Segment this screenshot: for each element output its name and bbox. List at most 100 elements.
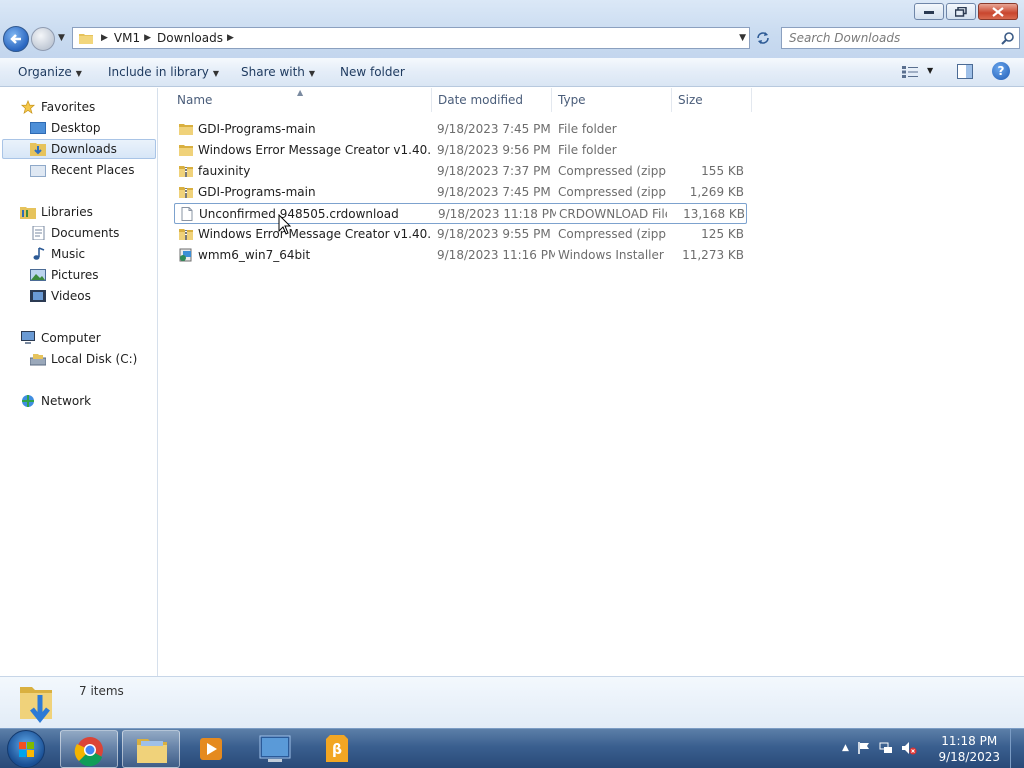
file-date-modified: 9/18/2023 11:18 PM bbox=[438, 207, 556, 221]
file-type: Compressed (zipp... bbox=[558, 227, 666, 241]
help-icon[interactable]: ? bbox=[992, 62, 1010, 80]
chevron-down-icon: ▼ bbox=[75, 69, 82, 78]
nav-pictures[interactable]: Pictures bbox=[30, 265, 99, 285]
chevron-down-icon: ▼ bbox=[308, 69, 316, 78]
taskbar: β ▲ 11:18 PM 9/18/2023 bbox=[0, 728, 1024, 768]
desktop-icon bbox=[30, 122, 46, 134]
file-row[interactable]: Windows Error Message Creator v1.40.32 .… bbox=[174, 224, 747, 245]
close-button[interactable] bbox=[978, 3, 1018, 20]
view-options-icon[interactable] bbox=[902, 66, 918, 78]
sort-ascending-icon: ▲ bbox=[297, 88, 304, 97]
organize-button[interactable]: Organize ▼ bbox=[18, 65, 82, 79]
nav-network[interactable]: Network bbox=[20, 391, 91, 411]
app-icon: β bbox=[326, 735, 348, 762]
taskbar-app[interactable]: β bbox=[308, 730, 366, 768]
network-icon bbox=[22, 395, 34, 407]
back-button[interactable] bbox=[3, 26, 29, 52]
nav-favorites[interactable]: Favorites bbox=[20, 97, 95, 117]
column-header-date[interactable]: Date modified bbox=[432, 88, 552, 112]
nav-computer[interactable]: Computer bbox=[20, 328, 101, 348]
documents-icon bbox=[32, 226, 45, 240]
file-row[interactable]: Unconfirmed 948505.crdownload 9/18/2023 1… bbox=[174, 203, 747, 224]
restore-button[interactable] bbox=[946, 3, 976, 20]
file-size: 1,269 KB bbox=[689, 185, 744, 199]
file-row[interactable]: Windows Error Message Creator v1.40.32 .… bbox=[174, 140, 747, 161]
breadcrumb-chevron-icon[interactable]: ▶ bbox=[101, 33, 108, 43]
nav-recent-places[interactable]: Recent Places bbox=[30, 160, 134, 180]
nav-libraries[interactable]: Libraries bbox=[20, 202, 93, 222]
start-button[interactable] bbox=[7, 730, 45, 768]
breadcrumb-chevron-icon[interactable]: ▶ bbox=[227, 33, 234, 43]
navigation-pane: Favorites Desktop Downloads Recent Place… bbox=[0, 88, 158, 676]
hard-drive-icon bbox=[30, 354, 46, 366]
clock-date: 9/18/2023 bbox=[938, 750, 1000, 764]
breadcrumb-chevron-icon[interactable]: ▶ bbox=[144, 33, 151, 43]
search-input[interactable]: Search Downloads bbox=[781, 27, 1020, 49]
computer-icon bbox=[21, 331, 35, 344]
nav-downloads[interactable]: Downloads bbox=[2, 139, 156, 159]
file-name: wmm6_win7_64bit bbox=[198, 248, 311, 262]
show-desktop-button[interactable] bbox=[1010, 729, 1024, 768]
search-icon[interactable] bbox=[1001, 31, 1015, 45]
clock-time: 11:18 PM bbox=[941, 734, 998, 748]
nav-local-disk[interactable]: Local Disk (C:) bbox=[30, 349, 137, 369]
network-status-icon[interactable] bbox=[879, 741, 893, 755]
share-with-button[interactable]: Share with ▼ bbox=[241, 65, 315, 79]
file-type: Compressed (zipp... bbox=[558, 185, 666, 199]
nav-documents[interactable]: Documents bbox=[30, 223, 119, 243]
file-row[interactable]: GDI-Programs-main 9/18/2023 7:45 PM File f… bbox=[174, 119, 747, 140]
nav-videos[interactable]: Videos bbox=[30, 286, 91, 306]
file-size: 11,273 KB bbox=[682, 248, 744, 262]
details-pane: 7 items bbox=[0, 676, 1024, 728]
star-icon bbox=[20, 100, 36, 114]
preview-pane-icon[interactable] bbox=[957, 64, 973, 79]
zip-folder-icon bbox=[179, 164, 193, 178]
refresh-icon bbox=[757, 32, 769, 44]
monitor-icon bbox=[259, 735, 291, 762]
file-row[interactable]: GDI-Programs-main 9/18/2023 7:45 PM Compre… bbox=[174, 182, 747, 203]
file-name: GDI-Programs-main bbox=[198, 185, 316, 199]
action-center-flag-icon[interactable] bbox=[857, 741, 871, 755]
address-dropdown-icon[interactable]: ▼ bbox=[739, 33, 746, 43]
blank-file-icon bbox=[180, 207, 194, 221]
refresh-button[interactable] bbox=[752, 27, 774, 49]
zip-folder-icon bbox=[179, 185, 193, 199]
tray-expand-icon[interactable]: ▲ bbox=[842, 743, 849, 753]
file-type: Windows Installer ... bbox=[558, 248, 666, 262]
zip-folder-icon bbox=[179, 227, 193, 241]
column-header-type[interactable]: Type bbox=[552, 88, 672, 112]
folder-icon bbox=[179, 143, 193, 157]
include-in-library-button[interactable]: Include in library ▼ bbox=[108, 65, 219, 79]
file-date-modified: 9/18/2023 7:37 PM bbox=[437, 164, 551, 178]
taskbar-remote-app[interactable] bbox=[246, 730, 304, 768]
nav-desktop[interactable]: Desktop bbox=[30, 118, 101, 138]
title-bar: ▼ ▶ VM1 ▶ Downloads ▶ ▼ Search Downloads bbox=[0, 0, 1024, 58]
file-date-modified: 9/18/2023 7:45 PM bbox=[437, 185, 551, 199]
nav-music[interactable]: Music bbox=[30, 244, 85, 264]
music-icon bbox=[33, 247, 45, 260]
minimize-button[interactable] bbox=[914, 3, 944, 20]
taskbar-explorer[interactable] bbox=[122, 730, 180, 768]
minimize-icon bbox=[924, 10, 934, 14]
taskbar-media-player[interactable] bbox=[182, 730, 240, 768]
column-header-size[interactable]: Size bbox=[672, 88, 752, 112]
file-size: 125 KB bbox=[701, 227, 744, 241]
file-row[interactable]: fauxinity 9/18/2023 7:37 PM Compressed (zi… bbox=[174, 161, 747, 182]
file-date-modified: 9/18/2023 7:45 PM bbox=[437, 122, 551, 136]
view-dropdown-icon[interactable]: ▼ bbox=[927, 66, 933, 75]
forward-button[interactable] bbox=[31, 27, 55, 51]
address-bar[interactable]: ▶ VM1 ▶ Downloads ▶ ▼ bbox=[72, 27, 750, 49]
taskbar-chrome[interactable] bbox=[60, 730, 118, 768]
restore-icon bbox=[955, 6, 967, 17]
explorer-folder-icon bbox=[137, 739, 167, 763]
volume-muted-icon[interactable] bbox=[901, 741, 917, 755]
new-folder-button[interactable]: New folder bbox=[340, 65, 405, 79]
recent-pages-dropdown[interactable]: ▼ bbox=[58, 33, 68, 43]
chevron-down-icon: ▼ bbox=[212, 69, 220, 78]
file-row[interactable]: wmm6_win7_64bit 9/18/2023 11:16 PM Windows… bbox=[174, 245, 747, 266]
downloads-folder-icon bbox=[20, 687, 52, 724]
breadcrumb-vm1[interactable]: VM1 bbox=[114, 31, 140, 45]
folder-icon bbox=[79, 34, 93, 44]
breadcrumb-downloads[interactable]: Downloads bbox=[157, 31, 223, 45]
clock[interactable]: 11:18 PM 9/18/2023 bbox=[938, 733, 1000, 765]
